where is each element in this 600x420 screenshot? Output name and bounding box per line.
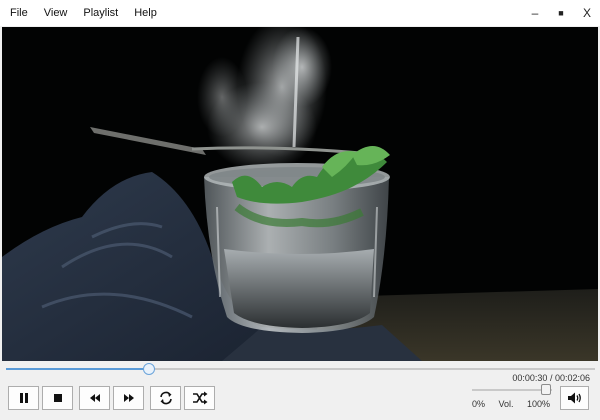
rewind-button[interactable]: [79, 386, 110, 410]
video-frame[interactable]: [2, 27, 598, 361]
pause-icon: [19, 393, 28, 403]
maximize-button[interactable]: ■: [548, 0, 574, 26]
seek-handle[interactable]: [142, 363, 155, 375]
close-button[interactable]: X: [574, 0, 600, 26]
current-time: 00:00:30: [512, 373, 548, 383]
shuffle-button[interactable]: [184, 386, 215, 410]
time-separator: /: [547, 373, 555, 383]
volume-min-label: 0%: [472, 399, 486, 409]
repeat-icon: [159, 391, 172, 405]
seek-progress: [6, 368, 149, 370]
menu-view[interactable]: View: [38, 0, 74, 26]
menu-file[interactable]: File: [4, 0, 34, 26]
repeat-button[interactable]: [150, 386, 181, 410]
total-time: 00:02:06: [554, 373, 590, 383]
volume-handle[interactable]: [540, 384, 551, 395]
menu-playlist[interactable]: Playlist: [77, 0, 124, 26]
speaker-icon: [567, 392, 581, 404]
volume-labels: 0% Vol. 100%: [472, 399, 550, 409]
stop-button[interactable]: [42, 386, 73, 410]
rewind-icon: [89, 394, 100, 402]
playback-controls: [8, 386, 218, 410]
mute-button[interactable]: [560, 386, 589, 410]
minimize-button[interactable]: –: [522, 0, 548, 26]
window-controls: – ■ X: [522, 0, 600, 26]
volume-label: Vol.: [498, 399, 514, 409]
menu-bar: File View Playlist Help – ■ X: [0, 0, 600, 26]
stop-icon: [53, 394, 62, 402]
time-display: 00:00:30 / 00:02:06: [512, 373, 590, 383]
menu-help[interactable]: Help: [128, 0, 163, 26]
volume-slider[interactable]: [472, 384, 552, 395]
pause-button[interactable]: [8, 386, 39, 410]
fast-forward-icon: [123, 394, 134, 402]
volume-max-label: 100%: [526, 399, 550, 409]
shuffle-icon: [192, 391, 207, 405]
fast-forward-button[interactable]: [113, 386, 144, 410]
seek-bar[interactable]: [6, 363, 595, 375]
video-image: [2, 27, 598, 361]
